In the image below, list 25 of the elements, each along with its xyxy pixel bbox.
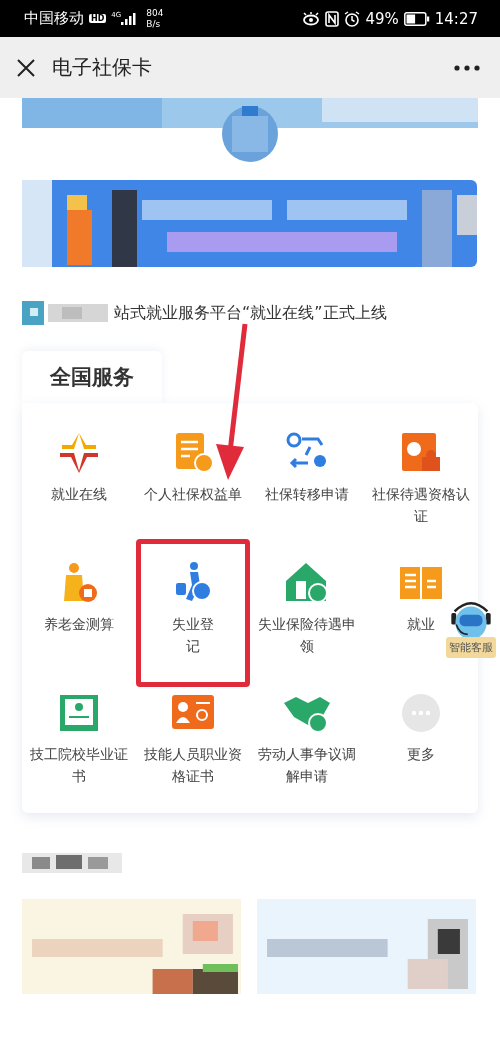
service-item[interactable]: 劳动人事争议调解申请 [250, 669, 364, 799]
news-headline[interactable]: 站式就业服务平台“就业在线”正式上线 [114, 302, 387, 324]
page-title: 电子社保卡 [52, 54, 152, 81]
hd-badge: HD [89, 14, 107, 23]
assistant-button[interactable]: 智能客服 [446, 637, 496, 658]
service-item[interactable]: 就业在线 [45, 409, 113, 517]
clock: 14:27 [434, 9, 478, 28]
service-item[interactable]: 养老金测算 [38, 539, 120, 647]
carrier-name: 中国移动 [24, 9, 84, 28]
service-item[interactable]: 技工院校毕业证书 [22, 669, 136, 799]
alarm-icon [344, 10, 361, 27]
eye-icon [302, 11, 321, 26]
section-title: 全国服务 [50, 364, 134, 391]
nfc-icon [325, 10, 340, 27]
speed-unit: B/s [146, 18, 162, 30]
signal-icon [121, 12, 138, 25]
service-item[interactable]: 更多 [390, 669, 452, 777]
battery-percent: 49% [365, 9, 399, 28]
service-item[interactable]: 失业保险待遇申领 [250, 539, 364, 669]
battery-icon [403, 11, 430, 26]
more-menu-button[interactable] [452, 62, 482, 73]
network-speed: 804 [146, 7, 164, 19]
service-item[interactable]: 社保转移申请 [259, 409, 355, 517]
service-item[interactable]: 社保待遇资格认证 [364, 409, 478, 539]
service-item[interactable]: 失业登记 [136, 539, 250, 687]
